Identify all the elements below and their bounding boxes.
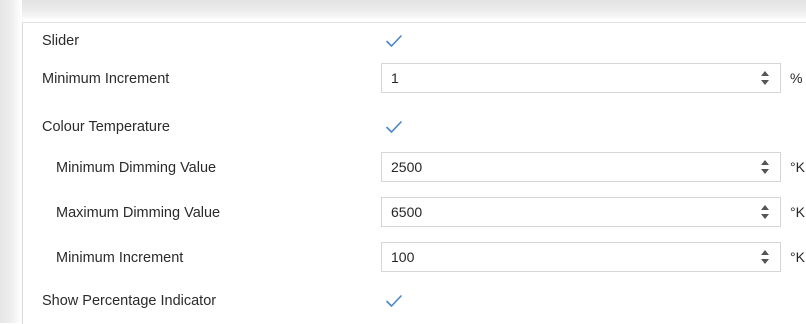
row-show-percentage: Show Percentage Indicator [23, 285, 806, 317]
min-dimming-spinner[interactable] [760, 159, 770, 175]
max-dimming-input[interactable]: 6500 [381, 197, 781, 227]
row-min-increment: Minimum Increment 1 % [23, 63, 806, 95]
settings-panel: Slider Minimum Increment 1 % Colour Temp… [22, 22, 806, 324]
min-increment-value: 1 [391, 70, 399, 86]
row-min-dimming: Minimum Dimming Value 2500 °K [23, 152, 806, 184]
spinner-up-icon[interactable] [761, 71, 769, 76]
checkmark-icon [386, 295, 402, 307]
spinner-down-icon[interactable] [761, 80, 769, 85]
show-percentage-label: Show Percentage Indicator [42, 293, 217, 309]
ct-min-increment-label: Minimum Increment [56, 250, 184, 266]
row-slider: Slider [23, 25, 806, 57]
colour-temperature-label: Colour Temperature [42, 119, 170, 135]
max-dimming-spinner[interactable] [760, 204, 770, 220]
row-colour-temperature: Colour Temperature [23, 111, 806, 143]
min-increment-input[interactable]: 1 [381, 63, 781, 93]
min-dimming-label: Minimum Dimming Value [56, 160, 217, 176]
max-dimming-unit: °K [790, 204, 805, 220]
spinner-up-icon[interactable] [761, 160, 769, 165]
min-dimming-value: 2500 [391, 159, 423, 175]
max-dimming-value: 6500 [391, 204, 423, 220]
spinner-down-icon[interactable] [761, 259, 769, 264]
min-increment-label: Minimum Increment [42, 71, 170, 87]
window-frame-left [0, 0, 22, 323]
min-dimming-unit: °K [790, 159, 805, 175]
show-percentage-checkbox[interactable] [383, 290, 405, 312]
colour-temperature-checkbox[interactable] [383, 116, 405, 138]
spinner-down-icon[interactable] [761, 169, 769, 174]
slider-checkbox[interactable] [383, 30, 405, 52]
row-max-dimming: Maximum Dimming Value 6500 °K [23, 197, 806, 229]
min-dimming-input[interactable]: 2500 [381, 152, 781, 182]
ct-min-increment-unit: °K [790, 249, 805, 265]
min-increment-unit: % [790, 70, 803, 86]
checkmark-icon [386, 121, 402, 133]
row-ct-min-increment: Minimum Increment 100 °K [23, 242, 806, 274]
ct-min-increment-spinner[interactable] [760, 249, 770, 265]
ct-min-increment-value: 100 [391, 249, 415, 265]
spinner-down-icon[interactable] [761, 214, 769, 219]
spinner-up-icon[interactable] [761, 205, 769, 210]
spinner-up-icon[interactable] [761, 250, 769, 255]
max-dimming-label: Maximum Dimming Value [56, 205, 221, 221]
ct-min-increment-input[interactable]: 100 [381, 242, 781, 272]
checkmark-icon [386, 35, 402, 47]
min-increment-spinner[interactable] [760, 70, 770, 86]
slider-label: Slider [42, 33, 80, 49]
